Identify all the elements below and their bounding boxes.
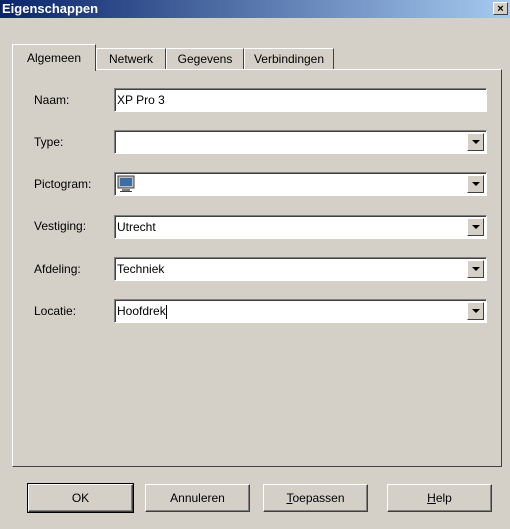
tab-gegevens[interactable]: Gegevens xyxy=(166,48,244,70)
vestiging-select[interactable]: Utrecht xyxy=(114,215,487,239)
type-label: Type: xyxy=(34,135,64,149)
title-bar: Eigenschappen × xyxy=(0,0,510,18)
chevron-down-icon xyxy=(471,267,480,271)
help-mnemonic: H xyxy=(427,491,436,505)
chevron-down-icon xyxy=(471,182,480,186)
text-cursor xyxy=(165,304,167,319)
pictogram-label: Pictogram: xyxy=(34,177,92,191)
toepassen-label: oepassen xyxy=(292,491,345,505)
pictogram-dropdown-button[interactable] xyxy=(467,175,484,193)
tab-label: Netwerk xyxy=(108,52,153,66)
computer-monitor-icon xyxy=(117,175,135,192)
pictogram-select[interactable] xyxy=(114,172,487,196)
toepassen-button[interactable]: Toepassen xyxy=(263,484,368,512)
ok-label: OK xyxy=(71,491,90,505)
vestiging-dropdown-button[interactable] xyxy=(467,218,484,236)
tab-algemeen[interactable]: Algemeen xyxy=(12,44,96,71)
type-select[interactable] xyxy=(114,130,487,154)
chevron-down-icon xyxy=(471,225,480,229)
ok-button[interactable]: OK xyxy=(27,483,134,513)
close-button[interactable]: × xyxy=(493,2,508,15)
afdeling-label: Afdeling: xyxy=(34,262,81,276)
help-button[interactable]: Help xyxy=(387,484,492,512)
tab-netwerk[interactable]: Netwerk xyxy=(96,48,166,70)
locatie-label: Locatie: xyxy=(34,304,77,318)
tab-label: Verbindingen xyxy=(253,52,325,66)
naam-value: XP Pro 3 xyxy=(117,93,165,107)
close-icon: × xyxy=(497,3,504,15)
tab-verbindingen[interactable]: Verbindingen xyxy=(244,48,334,70)
chevron-down-icon xyxy=(471,309,480,313)
annuleren-label: Annuleren xyxy=(170,491,225,505)
tab-label: Gegevens xyxy=(177,52,233,66)
type-dropdown-button[interactable] xyxy=(467,133,484,151)
window-title: Eigenschappen xyxy=(2,1,99,16)
chevron-down-icon xyxy=(471,140,480,144)
locatie-select[interactable]: Hoofdrek xyxy=(114,299,487,323)
afdeling-select[interactable]: Techniek xyxy=(114,257,487,281)
vestiging-value: Utrecht xyxy=(117,220,156,234)
tab-label: Algemeen xyxy=(26,51,82,65)
help-label: elp xyxy=(435,491,452,505)
afdeling-value: Techniek xyxy=(117,262,165,276)
locatie-value: Hoofdrek xyxy=(117,304,166,318)
naam-input[interactable]: XP Pro 3 xyxy=(114,88,487,112)
annuleren-button[interactable]: Annuleren xyxy=(145,484,250,512)
vestiging-label: Vestiging: xyxy=(34,219,87,233)
locatie-dropdown-button[interactable] xyxy=(467,302,484,320)
afdeling-dropdown-button[interactable] xyxy=(467,260,484,278)
naam-label: Naam: xyxy=(34,93,70,107)
